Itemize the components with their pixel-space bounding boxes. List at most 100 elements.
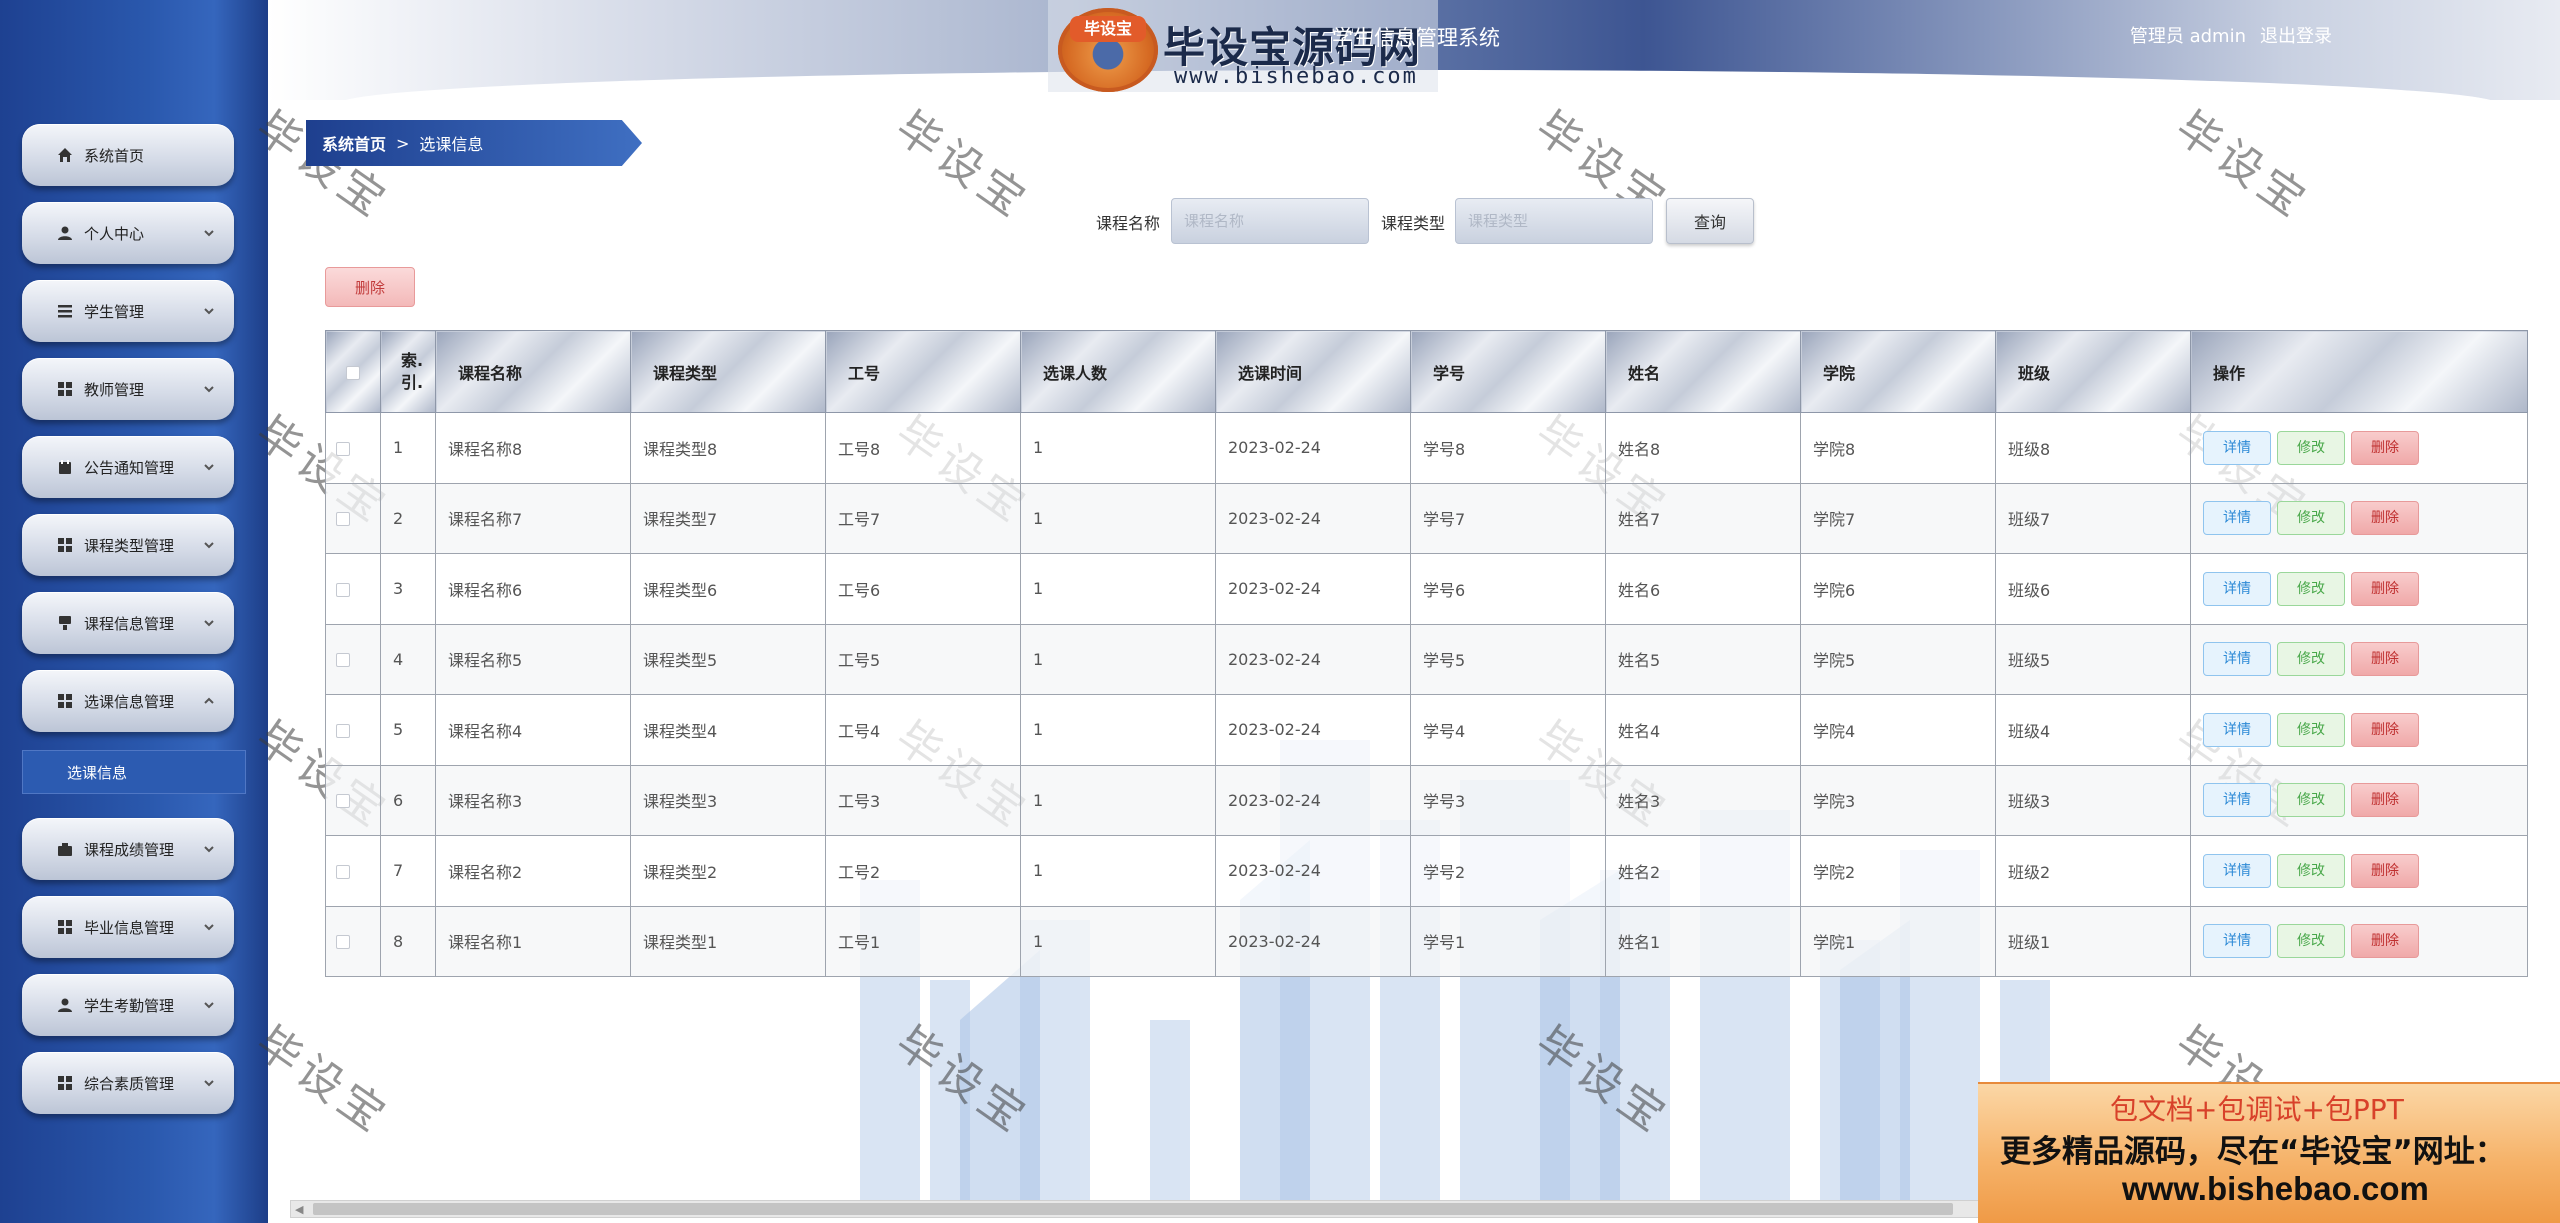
query-button[interactable]: 查询 bbox=[1666, 198, 1754, 244]
sidebar-item-student-management[interactable]: 学生管理 bbox=[22, 280, 234, 342]
delete-button[interactable]: 删除 bbox=[2351, 430, 2419, 465]
edit-button[interactable]: 修改 bbox=[2277, 642, 2345, 677]
detail-button[interactable]: 详情 bbox=[2203, 501, 2271, 536]
detail-button[interactable]: 详情 bbox=[2203, 924, 2271, 959]
cell-selection-count: 1 bbox=[1020, 694, 1216, 766]
cell-college: 学院8 bbox=[1800, 412, 1996, 484]
cell-student-no: 学号7 bbox=[1410, 482, 1606, 554]
detail-button[interactable]: 详情 bbox=[2203, 853, 2271, 888]
row-checkbox[interactable] bbox=[325, 905, 381, 977]
sidebar-item-label: 学生考勤管理 bbox=[84, 996, 175, 1015]
edit-button[interactable]: 修改 bbox=[2277, 783, 2345, 818]
edit-button[interactable]: 修改 bbox=[2277, 501, 2345, 536]
checkbox-icon bbox=[346, 365, 360, 380]
chevron-down-icon bbox=[202, 842, 216, 856]
sidebar-item-quality-management[interactable]: 综合素质管理 bbox=[22, 1052, 234, 1114]
cell-name: 姓名3 bbox=[1605, 764, 1801, 836]
cell-class: 班级6 bbox=[1995, 553, 2191, 625]
cell-class: 班级7 bbox=[1995, 482, 2191, 554]
delete-button[interactable]: 删除 bbox=[2351, 501, 2419, 536]
row-checkbox[interactable] bbox=[325, 553, 381, 625]
column-header-course-type: 课程类型 bbox=[630, 330, 826, 413]
promo-url[interactable]: www.bishebao.com bbox=[2122, 1170, 2429, 1208]
sidebar-subitem-course-selection[interactable]: 选课信息 bbox=[22, 750, 246, 794]
chevron-down-icon bbox=[202, 998, 216, 1012]
detail-button[interactable]: 详情 bbox=[2203, 571, 2271, 606]
promo-banner: 包文档+包调试+包PPT 更多精品源码，尽在“毕设宝”网址： www.bishe… bbox=[1978, 1082, 2560, 1223]
sidebar-item-course-selection-management[interactable]: 选课信息管理 bbox=[22, 670, 234, 732]
cell-course-name: 课程名称6 bbox=[435, 553, 631, 625]
chevron-down-icon bbox=[202, 226, 216, 240]
row-checkbox[interactable] bbox=[325, 623, 381, 695]
sidebar-item-grade-management[interactable]: 课程成绩管理 bbox=[22, 818, 234, 880]
delete-button[interactable]: 删除 bbox=[2351, 712, 2419, 747]
cell-college: 学院2 bbox=[1800, 835, 1996, 907]
cell-name: 姓名4 bbox=[1605, 694, 1801, 766]
cell-college: 学院6 bbox=[1800, 553, 1996, 625]
horizontal-scrollbar[interactable]: ◀ bbox=[290, 1200, 1980, 1218]
delete-button[interactable]: 删除 bbox=[2351, 924, 2419, 959]
detail-button[interactable]: 详情 bbox=[2203, 642, 2271, 677]
row-checkbox[interactable] bbox=[325, 764, 381, 836]
column-header-job-no: 工号 bbox=[825, 330, 1021, 413]
delete-button[interactable]: 删除 bbox=[2351, 571, 2419, 606]
cell-index: 8 bbox=[380, 905, 436, 977]
edit-button[interactable]: 修改 bbox=[2277, 571, 2345, 606]
cell-selection-time: 2023-02-24 bbox=[1215, 623, 1411, 695]
user-icon bbox=[56, 224, 74, 242]
course-name-input[interactable] bbox=[1171, 198, 1369, 244]
sidebar-item-home[interactable]: 系统首页 bbox=[22, 124, 234, 186]
sidebar-item-teacher-management[interactable]: 教师管理 bbox=[22, 358, 234, 420]
select-all-checkbox[interactable] bbox=[325, 330, 381, 413]
sidebar-item-label: 课程信息管理 bbox=[84, 614, 175, 633]
row-checkbox[interactable] bbox=[325, 835, 381, 907]
row-checkbox[interactable] bbox=[325, 694, 381, 766]
row-checkbox[interactable] bbox=[325, 482, 381, 554]
sidebar-item-label: 学生管理 bbox=[84, 302, 145, 321]
sidebar-item-personal-center[interactable]: 个人中心 bbox=[22, 202, 234, 264]
sidebar-item-label: 毕业信息管理 bbox=[84, 918, 175, 937]
sidebar-item-attendance-management[interactable]: 学生考勤管理 bbox=[22, 974, 234, 1036]
cell-course-type: 课程类型2 bbox=[630, 835, 826, 907]
checkbox-icon bbox=[336, 935, 350, 950]
cell-student-no: 学号2 bbox=[1410, 835, 1606, 907]
edit-button[interactable]: 修改 bbox=[2277, 712, 2345, 747]
cell-student-no: 学号1 bbox=[1410, 905, 1606, 977]
sidebar-item-course-type-management[interactable]: 课程类型管理 bbox=[22, 514, 234, 576]
cell-student-no: 学号4 bbox=[1410, 694, 1606, 766]
delete-button[interactable]: 删除 bbox=[2351, 642, 2419, 677]
breadcrumb-home-link[interactable]: 系统首页 bbox=[322, 131, 386, 155]
cell-class: 班级3 bbox=[1995, 764, 2191, 836]
cell-selection-time: 2023-02-24 bbox=[1215, 835, 1411, 907]
edit-button[interactable]: 修改 bbox=[2277, 430, 2345, 465]
column-header-selection-count: 选课人数 bbox=[1020, 330, 1216, 413]
detail-button[interactable]: 详情 bbox=[2203, 430, 2271, 465]
cell-actions: 详情 修改 删除 bbox=[2190, 623, 2528, 695]
scrollbar-thumb[interactable] bbox=[313, 1203, 1953, 1215]
cell-actions: 详情 修改 删除 bbox=[2190, 553, 2528, 625]
batch-delete-button[interactable]: 删除 bbox=[325, 267, 415, 307]
detail-button[interactable]: 详情 bbox=[2203, 712, 2271, 747]
course-type-input[interactable] bbox=[1455, 198, 1653, 244]
checkbox-icon bbox=[336, 582, 350, 597]
cell-job-no: 工号4 bbox=[825, 694, 1021, 766]
cell-index: 3 bbox=[380, 553, 436, 625]
cell-course-name: 课程名称1 bbox=[435, 905, 631, 977]
delete-button[interactable]: 删除 bbox=[2351, 783, 2419, 818]
sidebar-item-graduation-management[interactable]: 毕业信息管理 bbox=[22, 896, 234, 958]
sidebar-item-notice-management[interactable]: 公告通知管理 bbox=[22, 436, 234, 498]
edit-button[interactable]: 修改 bbox=[2277, 853, 2345, 888]
edit-button[interactable]: 修改 bbox=[2277, 924, 2345, 959]
scroll-left-arrow-icon[interactable]: ◀ bbox=[295, 1203, 303, 1216]
cell-selection-time: 2023-02-24 bbox=[1215, 412, 1411, 484]
course-type-label: 课程类型 bbox=[1381, 214, 1446, 233]
cell-name: 姓名7 bbox=[1605, 482, 1801, 554]
delete-button[interactable]: 删除 bbox=[2351, 853, 2419, 888]
breadcrumb-separator: > bbox=[396, 133, 410, 153]
course-name-label: 课程名称 bbox=[1096, 214, 1161, 233]
cell-index: 7 bbox=[380, 835, 436, 907]
sidebar-item-course-info-management[interactable]: 课程信息管理 bbox=[22, 592, 234, 654]
logout-link[interactable]: 退出登录 bbox=[2260, 22, 2332, 48]
row-checkbox[interactable] bbox=[325, 412, 381, 484]
detail-button[interactable]: 详情 bbox=[2203, 783, 2271, 818]
